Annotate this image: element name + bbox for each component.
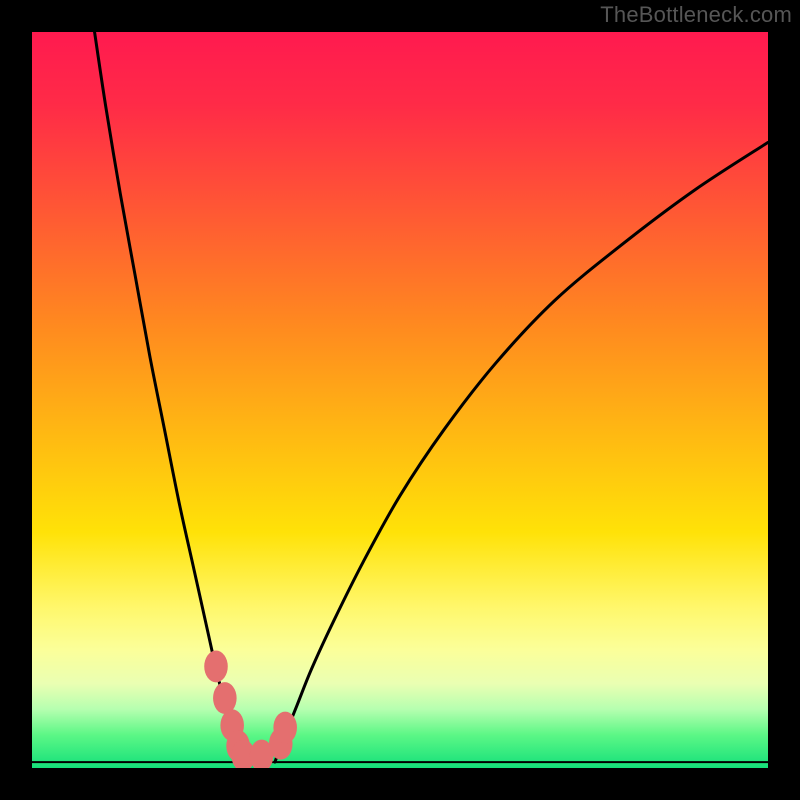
plot-area bbox=[32, 32, 768, 768]
chart-svg bbox=[32, 32, 768, 768]
chart-frame: TheBottleneck.com bbox=[0, 0, 800, 800]
gradient-background bbox=[32, 32, 768, 768]
marker-m1 bbox=[204, 651, 228, 683]
marker-m2 bbox=[213, 682, 237, 714]
marker-m8 bbox=[273, 712, 297, 744]
attribution-text: TheBottleneck.com bbox=[600, 2, 792, 28]
